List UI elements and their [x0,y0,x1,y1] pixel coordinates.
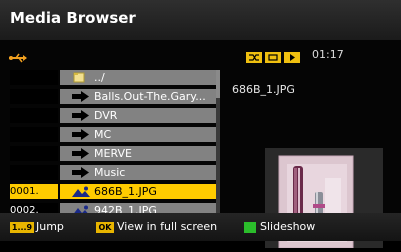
item-cell: DVR [60,108,216,123]
item-cell: MC [60,127,216,142]
green-key-hint [244,222,256,233]
item-cell: Music [60,165,216,180]
image-icon [72,186,90,197]
item-label: Balls.Out-The.Gary... [94,90,206,103]
item-number [10,127,58,142]
number-keys-hint: 1...9 [10,222,34,233]
right-arrow-icon [72,110,90,121]
play-icon [284,52,300,63]
item-label: MERVE [94,147,132,160]
item-number [10,70,58,85]
list-item-folder[interactable]: Balls.Out-The.Gary... [8,89,216,104]
view-fullscreen-label: View in full screen [117,220,218,233]
scrollbar-thumb[interactable] [216,70,220,98]
list-item-folder[interactable]: MERVE [8,146,216,161]
item-cell: MERVE [60,146,216,161]
right-arrow-icon [72,148,90,159]
right-arrow-icon [72,91,90,102]
item-label: MC [94,128,112,141]
item-label: Music [94,166,126,179]
list-item-folder[interactable]: MC [8,127,216,142]
item-label: ../ [94,71,105,84]
right-arrow-icon [72,167,90,178]
item-number [10,146,58,161]
shuffle-icon [246,52,262,63]
item-cell: ../ [60,70,216,85]
playback-indicators [246,47,303,66]
usb-icon [8,48,28,67]
list-item-folder[interactable]: DVR [8,108,216,123]
item-number [10,165,58,180]
right-arrow-icon [72,129,90,140]
item-cell: 686B_1.JPG [60,184,216,199]
item-number: 0001. [10,184,58,199]
folder-icon [72,72,90,83]
item-label: 686B_1.JPG [94,185,157,198]
item-cell: Balls.Out-The.Gary... [60,89,216,104]
list-item-folder[interactable]: Music [8,165,216,180]
item-number [10,108,58,123]
list-item-image-selected[interactable]: 0001. 686B_1.JPG [8,184,216,199]
file-list[interactable]: ../ Balls.Out-The.Gary... DVR MC MERVE M… [8,70,216,228]
list-item-parent[interactable]: ../ [8,70,216,85]
slideshow-label: Slideshow [260,220,316,233]
repeat-icon [265,52,281,63]
footer-bar: 1...9 Jump OK View in full screen Slides… [0,213,401,241]
app-title: Media Browser [10,9,136,27]
list-scrollbar[interactable] [216,70,220,228]
title-bar: Media Browser [0,0,401,40]
browser-panel: ../ Balls.Out-The.Gary... DVR MC MERVE M… [0,40,401,249]
clock: 01:17 [312,48,344,61]
jump-label: Jump [36,220,64,233]
item-label: DVR [94,109,118,122]
item-number [10,89,58,104]
preview-filename: 686B_1.JPG [232,83,295,96]
ok-key-hint: OK [96,222,114,233]
